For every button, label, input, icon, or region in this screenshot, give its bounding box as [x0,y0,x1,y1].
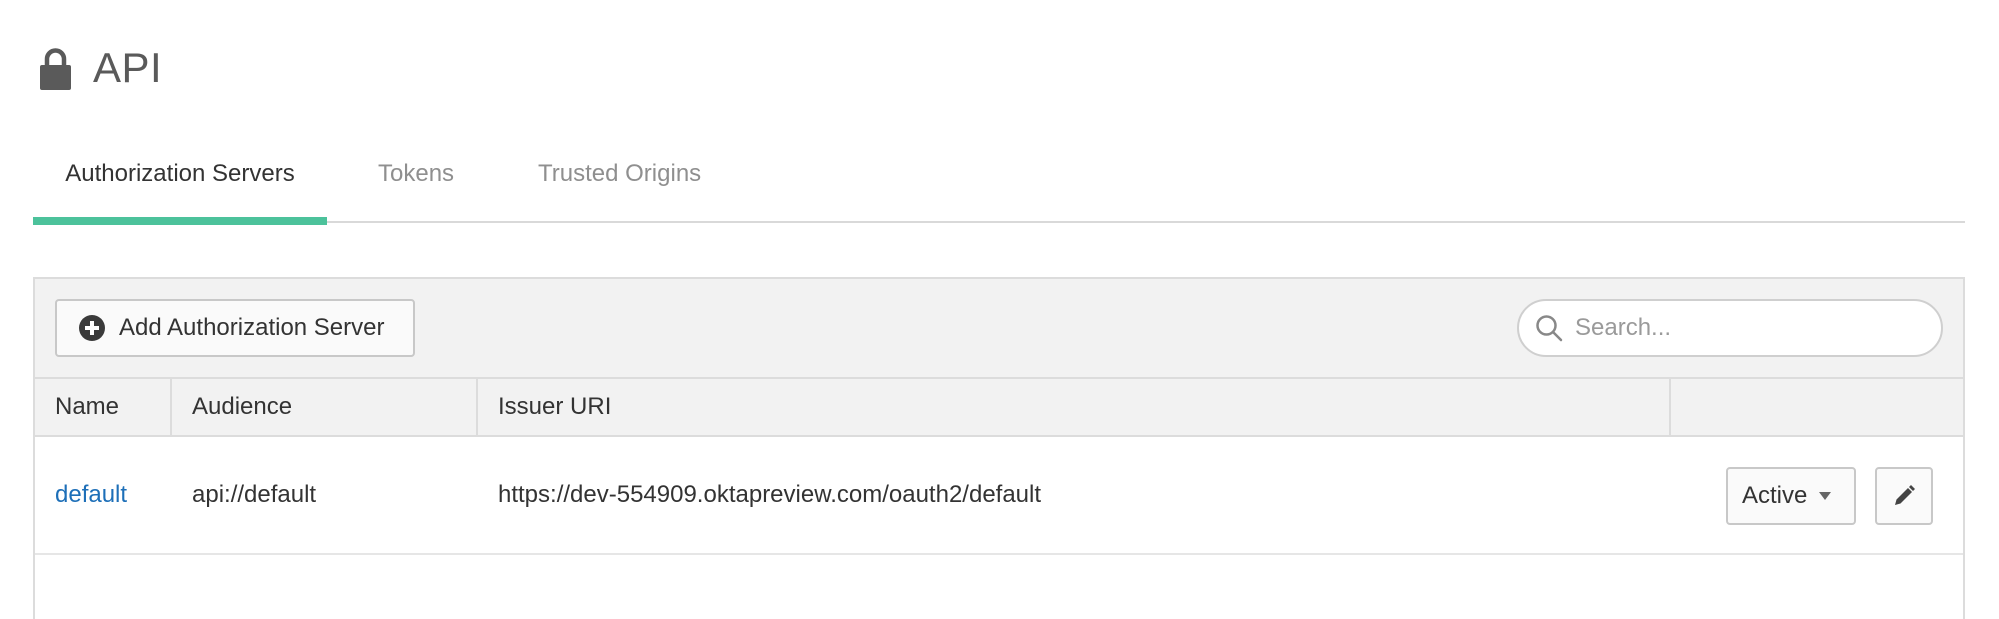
chevron-down-icon [1819,492,1832,500]
tab-label: Tokens [378,160,455,187]
tab-label: Authorization Servers [65,160,295,187]
column-header-actions [1671,379,1963,435]
status-dropdown[interactable]: Active [1726,467,1856,525]
page-title: API [93,44,163,91]
plus-circle-icon [79,315,105,341]
add-authorization-server-button[interactable]: Add Authorization Server [55,299,415,357]
toolbar: Add Authorization Server [35,279,1963,377]
column-header-audience[interactable]: Audience [172,379,478,435]
add-button-label: Add Authorization Server [119,314,385,341]
page: API Authorization Servers Tokens Trusted… [0,0,1999,619]
issuer-uri-value: https://dev-554909.oktapreview.com/oauth… [498,481,1042,508]
tab-authorization-servers[interactable]: Authorization Servers [33,140,327,225]
tab-tokens[interactable]: Tokens [378,140,454,223]
tab-trusted-origins[interactable]: Trusted Origins [538,140,701,223]
tab-bar: Authorization Servers Tokens Trusted Ori… [33,140,1965,225]
status-value: Active [1742,482,1808,509]
search-box [1517,299,1943,357]
table-header: Name Audience Issuer URI [35,377,1963,437]
server-name-link[interactable]: default [35,437,127,553]
audience-value: api://default [192,481,317,508]
authorization-servers-panel: Add Authorization Server Name Audience I… [33,277,1965,619]
page-header: API [40,40,162,96]
edit-button[interactable] [1875,467,1933,525]
tab-label: Trusted Origins [538,160,702,187]
search-input[interactable] [1573,313,1917,343]
lock-icon [40,46,71,90]
table-row: default api://default https://dev-554909… [35,437,1963,555]
column-header-issuer-uri[interactable]: Issuer URI [478,379,1671,435]
search-icon [1535,314,1563,342]
column-header-name[interactable]: Name [35,379,172,435]
pencil-icon [1892,484,1916,508]
active-tab-indicator [33,217,327,225]
